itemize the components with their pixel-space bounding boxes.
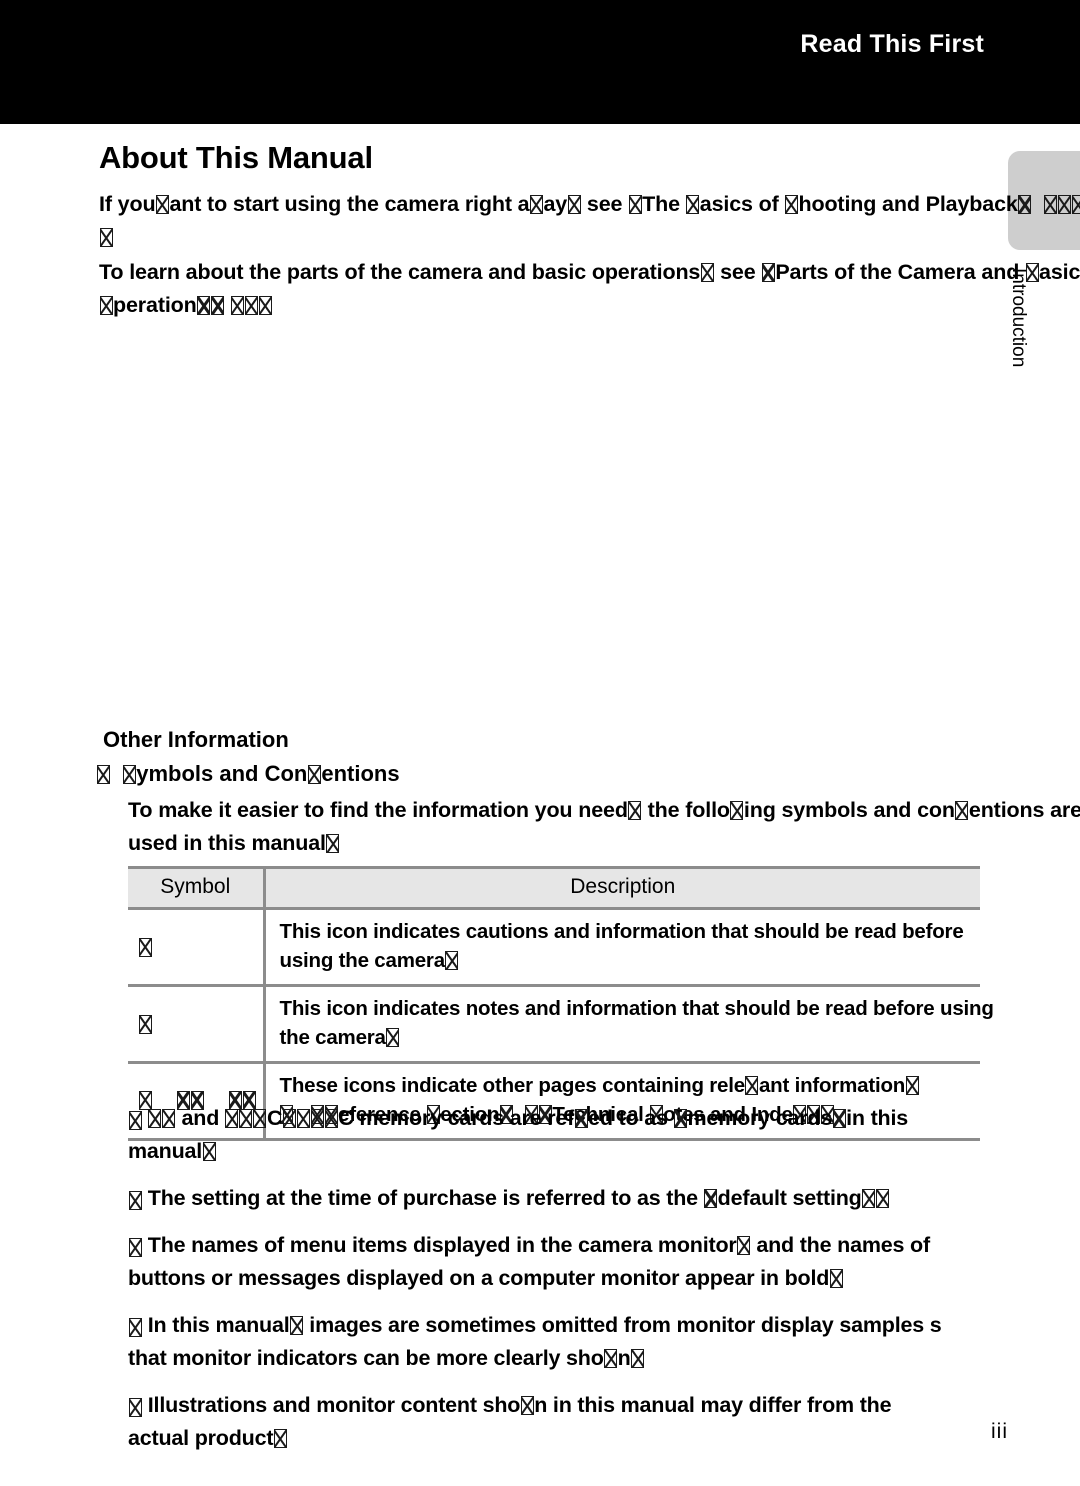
description-cell: This icon indicates cautions and informa… [264, 908, 980, 987]
missing-glyph-icon [876, 1189, 890, 1208]
missing-glyph-icon [574, 1109, 588, 1128]
page-number: iii [991, 1420, 1008, 1443]
missing-glyph-icon [905, 1076, 919, 1095]
missing-glyph-icon [445, 951, 459, 970]
missing-glyph-icon [628, 195, 642, 214]
missing-glyph-icon [1018, 195, 1032, 214]
missing-glyph-icon [1071, 195, 1080, 214]
missing-glyph-icon [162, 1109, 176, 1128]
bullet-missing-glyph-icon [128, 1111, 142, 1130]
bullet-missing-glyph-icon [128, 1238, 142, 1257]
table-row: This icon indicates cautions and informa… [128, 908, 980, 987]
symbols-table: Symbol Description This icon indicates c… [128, 866, 994, 1141]
missing-glyph-icon [211, 296, 225, 315]
missing-glyph-icon [386, 1028, 400, 1047]
list-item: The setting at the time of purchase is r… [96, 1182, 1080, 1215]
list-item: Illustrations and monitor content sho n i… [128, 1393, 892, 1450]
other-information-heading: Other Information [103, 727, 289, 752]
missing-glyph-icon [704, 1189, 718, 1208]
missing-glyph-icon [700, 263, 714, 282]
missing-glyph-icon [628, 801, 642, 820]
missing-glyph-icon [310, 1109, 324, 1128]
symbols-conventions-heading: ymbols and Con entions [96, 761, 400, 787]
missing-glyph-icon [761, 263, 775, 282]
missing-glyph-icon [307, 765, 321, 784]
page-title: About This Manual [99, 140, 373, 175]
missing-glyph-icon [244, 296, 258, 315]
intro-paragraph-1: If you ant to start using the camera righ… [99, 188, 1080, 254]
missing-glyph-icon [862, 1189, 876, 1208]
missing-glyph-icon [273, 1429, 287, 1448]
missing-glyph-icon [202, 1142, 216, 1161]
missing-glyph-icon [155, 195, 169, 214]
bullet-missing-glyph-icon [128, 1191, 142, 1210]
missing-glyph-icon [745, 1076, 759, 1095]
missing-glyph-icon [686, 195, 700, 214]
missing-glyph-icon [239, 1109, 253, 1128]
caution-symbol-missing-glyph-icon [138, 937, 152, 957]
missing-glyph-icon [326, 834, 340, 853]
missing-glyph-icon [225, 1109, 239, 1128]
table-row: This icon indicates notes and informatio… [128, 985, 994, 1064]
missing-glyph-icon [1057, 195, 1071, 214]
missing-glyph-icon [324, 1109, 338, 1128]
missing-glyph-icon [290, 1316, 304, 1335]
bullet-missing-glyph-icon [128, 1398, 142, 1417]
description-cell: This icon indicates notes and informatio… [264, 985, 994, 1064]
page-content: About This Manual If you ant to start usi… [0, 0, 1080, 1486]
missing-glyph-icon [832, 1109, 846, 1128]
missing-glyph-icon [737, 1236, 751, 1255]
missing-glyph-icon [99, 296, 113, 315]
column-header-symbol: Symbol [128, 866, 266, 910]
intro-paragraph-2: To learn about the parts of the camera a… [99, 260, 1080, 317]
missing-glyph-icon [258, 296, 272, 315]
conventions-bullet-list: and CC memory cards are ref ed to as memo… [96, 1102, 1080, 1469]
missing-glyph-icon [253, 1109, 267, 1128]
missing-glyph-icon [520, 1396, 534, 1415]
bullet-missing-glyph-icon [128, 1318, 142, 1337]
missing-glyph-icon [955, 801, 969, 820]
symbols-conventions-body: To make it easier to find the informatio… [128, 798, 1080, 855]
missing-glyph-icon [230, 296, 244, 315]
missing-glyph-icon [148, 1109, 162, 1128]
column-header-description: Description [264, 866, 980, 910]
missing-glyph-icon [296, 1109, 310, 1128]
missing-glyph-icon [674, 1109, 688, 1128]
list-item: and CC memory cards are ref ed to as memo… [128, 1106, 909, 1163]
note-symbol-missing-glyph-icon [138, 1014, 152, 1034]
bullet-missing-glyph-icon [96, 765, 110, 784]
missing-glyph-icon [631, 1349, 645, 1368]
missing-glyph-icon [197, 296, 211, 315]
missing-glyph-icon [567, 195, 581, 214]
symbol-cell [128, 985, 266, 1064]
missing-glyph-icon [829, 1269, 843, 1288]
list-item: In this manual images are sometimes omit… [128, 1313, 942, 1370]
table-header-row: Symbol Description [128, 866, 980, 910]
missing-glyph-icon [730, 801, 744, 820]
symbol-cell [128, 908, 266, 987]
missing-glyph-icon [282, 1109, 296, 1128]
missing-glyph-icon [99, 228, 113, 247]
missing-glyph-icon [1025, 263, 1039, 282]
missing-glyph-icon [604, 1349, 618, 1368]
missing-glyph-icon [1043, 195, 1057, 214]
missing-glyph-icon [784, 195, 798, 214]
list-item: The names of menu items displayed in the… [128, 1233, 930, 1290]
missing-glyph-icon [529, 195, 543, 214]
missing-glyph-icon [122, 765, 136, 784]
